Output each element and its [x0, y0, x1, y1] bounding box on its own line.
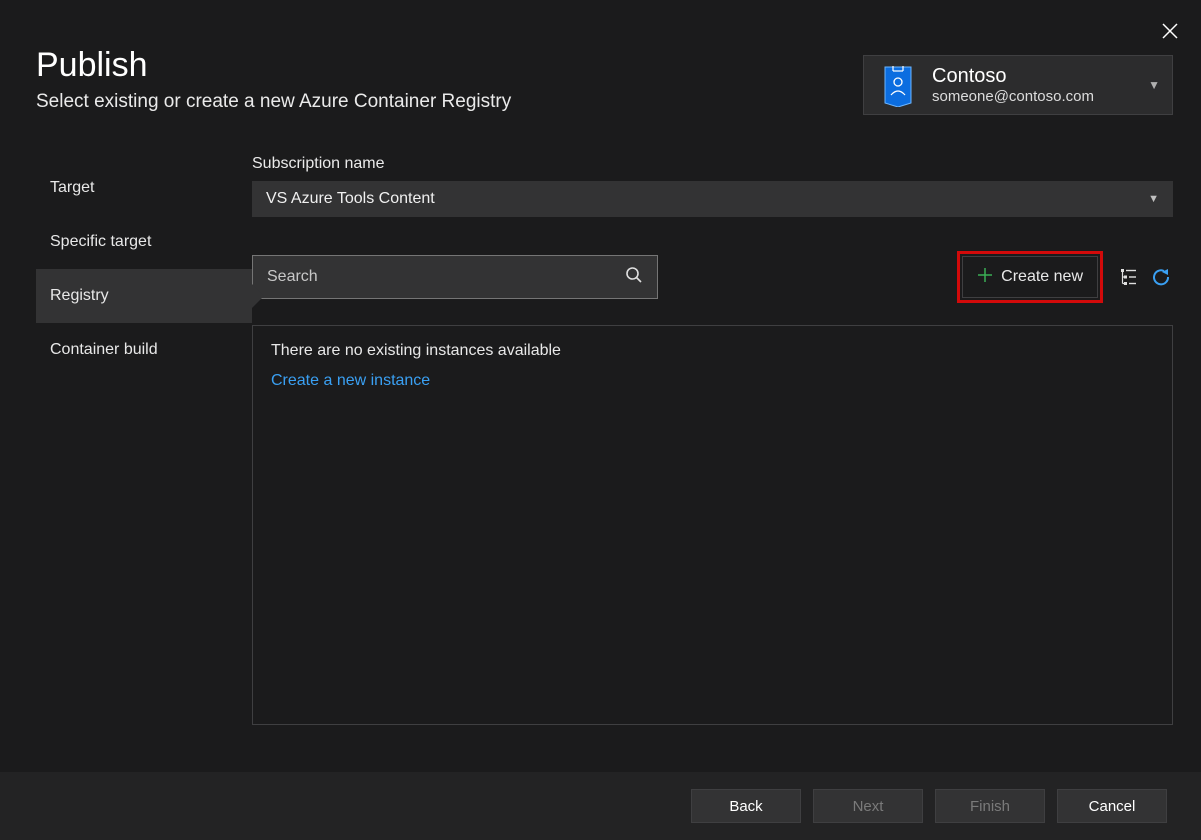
search-icon — [625, 266, 643, 289]
account-email: someone@contoso.com — [932, 88, 1148, 105]
sidebar-step-container-build[interactable]: Container build — [36, 323, 252, 377]
empty-state-message: There are no existing instances availabl… — [271, 342, 1154, 360]
search-input[interactable] — [267, 268, 625, 286]
account-text: Contoso someone@contoso.com — [932, 65, 1148, 105]
next-label: Next — [853, 798, 884, 815]
subscription-selected: VS Azure Tools Content — [266, 190, 435, 208]
sidebar-step-target[interactable]: Target — [36, 161, 252, 215]
create-instance-link[interactable]: Create a new instance — [271, 372, 1154, 390]
tree-view-icon[interactable] — [1117, 265, 1141, 289]
chevron-down-icon: ▼ — [1148, 78, 1160, 92]
create-new-highlight: Create new — [957, 251, 1103, 303]
step-label: Registry — [50, 287, 109, 304]
finish-button: Finish — [935, 789, 1045, 823]
subscription-dropdown[interactable]: VS Azure Tools Content ▼ — [252, 181, 1173, 217]
subscription-label: Subscription name — [252, 155, 1173, 173]
close-button[interactable] — [1159, 20, 1181, 42]
sidebar-step-registry[interactable]: Registry — [36, 269, 252, 323]
account-name: Contoso — [932, 65, 1148, 88]
create-new-label: Create new — [1001, 268, 1083, 286]
next-button: Next — [813, 789, 923, 823]
finish-label: Finish — [970, 798, 1010, 815]
step-label: Container build — [50, 341, 158, 358]
avatar-icon — [876, 63, 920, 107]
main-panel: Subscription name VS Azure Tools Content… — [252, 155, 1173, 725]
step-label: Specific target — [50, 233, 151, 250]
back-button[interactable]: Back — [691, 789, 801, 823]
plus-icon — [977, 266, 993, 289]
back-label: Back — [729, 798, 762, 815]
chevron-down-icon: ▼ — [1148, 193, 1159, 205]
refresh-icon[interactable] — [1149, 265, 1173, 289]
cancel-button[interactable]: Cancel — [1057, 789, 1167, 823]
cancel-label: Cancel — [1089, 798, 1136, 815]
sidebar-step-specific-target[interactable]: Specific target — [36, 215, 252, 269]
account-selector[interactable]: Contoso someone@contoso.com ▼ — [863, 55, 1173, 115]
wizard-sidebar: Target Specific target Registry Containe… — [36, 155, 252, 725]
instance-list: There are no existing instances availabl… — [252, 325, 1173, 725]
create-new-button[interactable]: Create new — [962, 256, 1098, 298]
search-box[interactable] — [252, 255, 658, 299]
dialog-footer: Back Next Finish Cancel — [0, 772, 1201, 840]
step-label: Target — [50, 179, 94, 196]
